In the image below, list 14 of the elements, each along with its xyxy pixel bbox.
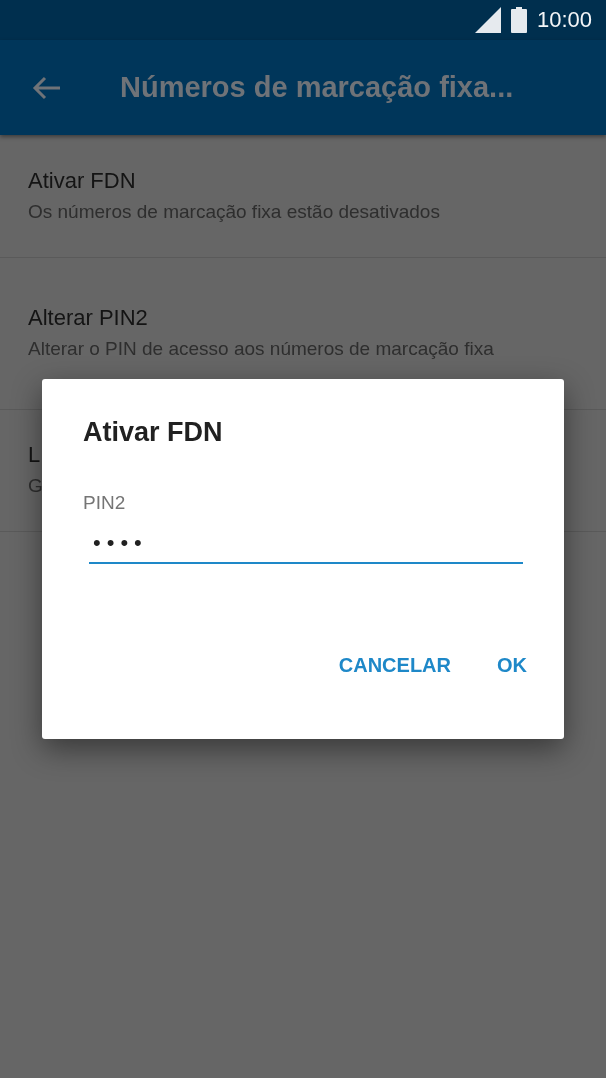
setting-title[interactable]: Ativar FDN <box>28 167 578 194</box>
field-label: PIN2 <box>83 492 127 514</box>
pin-field[interactable]: •••• <box>89 526 523 564</box>
ok-button[interactable]: OK <box>479 644 545 687</box>
setting-description: Os números de marcação fixa estão desativados <box>28 199 441 224</box>
setting-description: Alterar o PIN de acesso aos números de marcação fixa <box>28 337 495 362</box>
signal-icon <box>474 7 501 33</box>
page-title: Números de marcação fixa... <box>120 71 514 104</box>
cancel-button[interactable]: CANCELAR <box>320 644 469 687</box>
dialog-title: Ativar FDN <box>83 417 224 448</box>
back-arrow-icon[interactable] <box>32 75 62 100</box>
battery-icon <box>510 7 527 33</box>
clock: 10:00 <box>536 7 592 33</box>
setting-title[interactable]: Alterar PIN2 <box>28 305 578 332</box>
